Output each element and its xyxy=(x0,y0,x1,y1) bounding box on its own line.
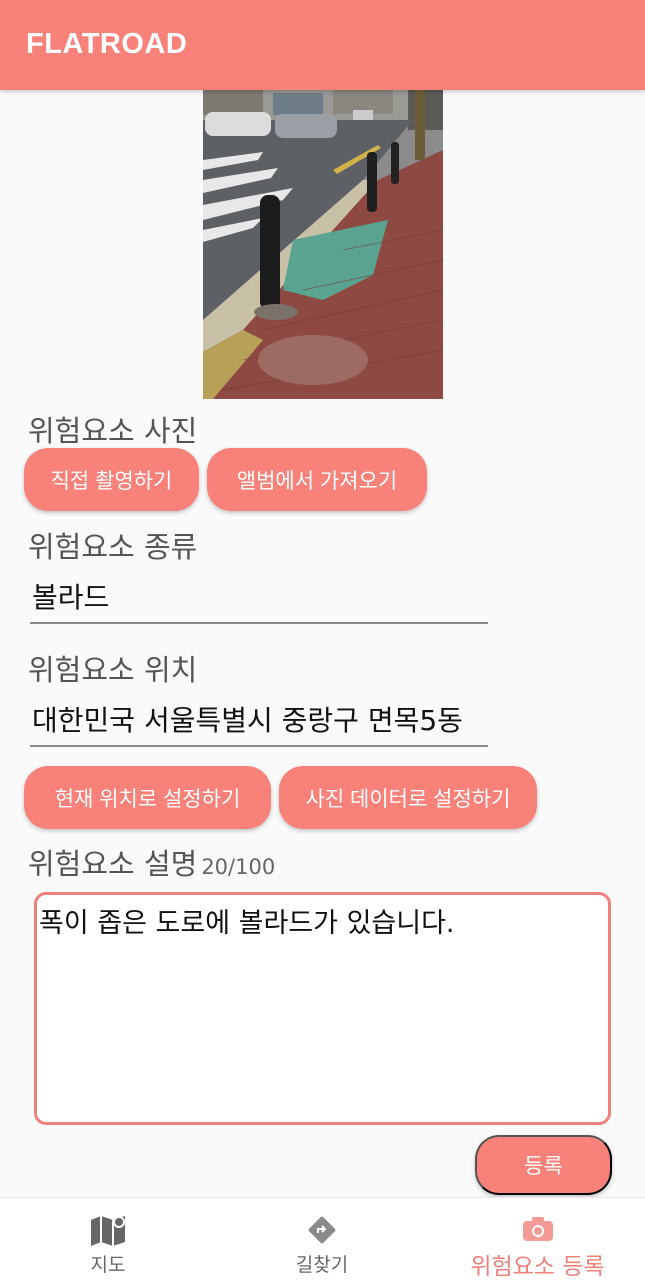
submit-button[interactable]: 등록 xyxy=(475,1135,612,1195)
map-icon xyxy=(88,1212,128,1248)
hazard-photo-image xyxy=(203,90,443,399)
hazard-location-field[interactable]: 대한민국 서울특별시 중랑구 면목5동 xyxy=(30,695,488,747)
description-textarea[interactable]: 폭이 좁은 도로에 볼라드가 있습니다. xyxy=(34,892,611,1125)
album-import-button[interactable]: 앨범에서 가져오기 xyxy=(207,448,427,511)
hazard-photo xyxy=(203,90,443,399)
current-location-button[interactable]: 현재 위치로 설정하기 xyxy=(24,766,271,829)
hazard-type-field[interactable]: 볼라드 xyxy=(30,572,488,624)
nav-label-hazard-register: 위험요소 등록 xyxy=(470,1254,605,1280)
take-photo-button[interactable]: 직접 촬영하기 xyxy=(24,448,199,511)
nav-item-directions[interactable]: 길찾기 xyxy=(272,1198,372,1280)
description-label-text: 위험요소 설명 xyxy=(28,847,198,881)
camera-icon xyxy=(518,1212,558,1245)
photo-section-label: 위험요소 사진 xyxy=(28,414,198,448)
nav-label-directions: 길찾기 xyxy=(295,1254,349,1276)
type-section-label: 위험요소 종류 xyxy=(28,530,198,564)
bottom-nav: 지도 길찾기 위험요소 등록 xyxy=(0,1197,645,1280)
description-section-label: 위험요소 설명 20/100 xyxy=(28,841,275,883)
app-bar: FLATROAD xyxy=(0,0,645,90)
description-counter: 20/100 xyxy=(201,855,276,879)
nav-item-hazard-register[interactable]: 위험요소 등록 xyxy=(455,1198,620,1280)
directions-icon xyxy=(302,1212,342,1248)
photo-data-location-button[interactable]: 사진 데이터로 설정하기 xyxy=(279,766,537,829)
nav-label-map: 지도 xyxy=(90,1254,126,1276)
location-section-label: 위험요소 위치 xyxy=(28,653,198,687)
app-title: FLATROAD xyxy=(26,28,188,60)
nav-item-map[interactable]: 지도 xyxy=(68,1198,148,1280)
